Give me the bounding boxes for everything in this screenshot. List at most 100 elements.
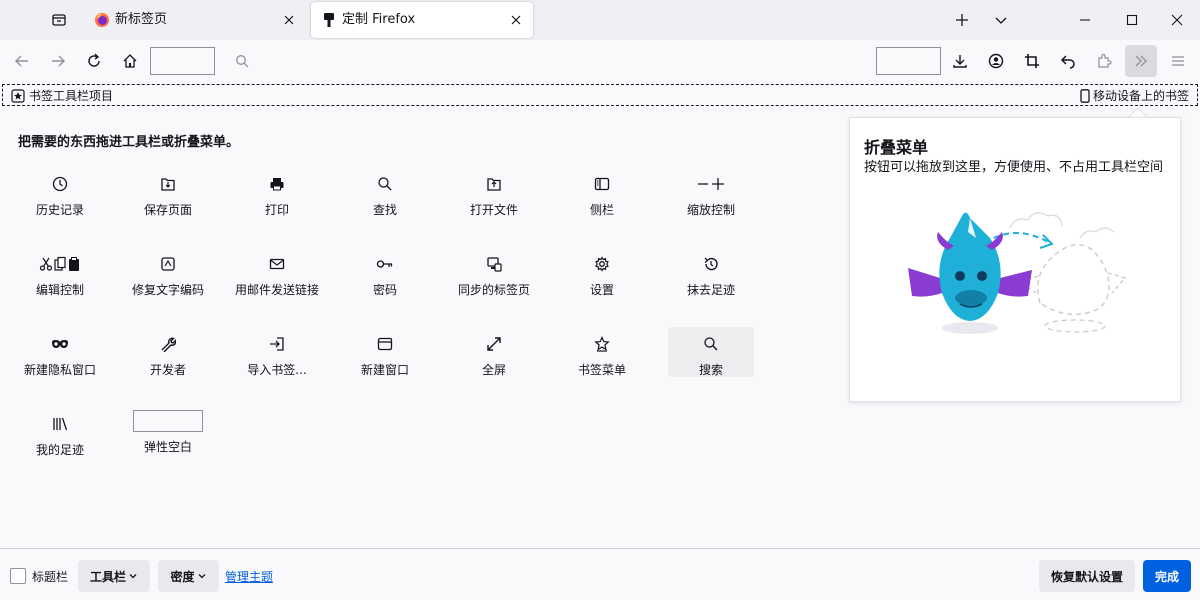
firefox-view-button[interactable] <box>45 8 73 32</box>
app-menu-button[interactable] <box>1163 46 1193 76</box>
density-dropdown-button[interactable]: 密度 <box>158 560 219 592</box>
palette-item-forget[interactable]: 抹去足迹 <box>668 247 754 297</box>
palette-instructions: 把需要的东西拖进工具栏或折叠菜单。 <box>18 135 240 150</box>
palette-item-label: 我的足迹 <box>35 443 84 457</box>
mobile-bookmarks[interactable]: 移动设备上的书签 <box>1079 87 1189 104</box>
overflow-panel[interactable]: 折叠菜单 按钮可以拖放到这里，方便使用、不占用工具栏空间 <box>849 117 1181 402</box>
account-icon <box>988 53 1004 69</box>
close-icon <box>511 15 521 25</box>
close-icon <box>1171 14 1183 26</box>
manage-themes-link[interactable]: 管理主题 <box>225 568 273 585</box>
dragon-illustration <box>908 212 1127 334</box>
hamburger-icon <box>1172 56 1184 66</box>
search-icon <box>236 55 249 68</box>
done-label: 完成 <box>1154 569 1179 584</box>
print-icon <box>269 176 285 192</box>
chevron-down-icon <box>995 17 1007 24</box>
list-all-tabs-button[interactable] <box>986 5 1016 35</box>
palette-item-save-page[interactable]: 保存页面 <box>125 167 211 217</box>
minimize-button[interactable] <box>1070 5 1100 35</box>
palette-item-synced-tabs[interactable]: 同步的标签页 <box>451 247 537 297</box>
email-icon <box>269 256 285 272</box>
firefox-view-icon <box>52 14 66 26</box>
palette-item-email[interactable]: 用邮件发送链接 <box>234 247 320 297</box>
import-icon <box>269 336 285 352</box>
window-close-button[interactable] <box>1162 5 1192 35</box>
palette-item-encoding[interactable]: 修复文字编码 <box>125 247 211 297</box>
account-button[interactable] <box>981 46 1011 76</box>
tab-customize-firefox[interactable]: 定制 Firefox <box>311 2 533 38</box>
tab-new-tab[interactable]: 新标签页 <box>84 2 306 38</box>
crop-icon <box>1025 54 1039 68</box>
flexible-space-right[interactable] <box>876 47 941 75</box>
undo-button[interactable] <box>1053 46 1083 76</box>
chevron-down-icon <box>198 574 205 579</box>
synced-tabs-icon <box>486 256 502 272</box>
extensions-button[interactable] <box>1089 46 1119 76</box>
palette-item-label: 用邮件发送链接 <box>234 283 319 297</box>
find-icon <box>377 176 393 192</box>
close-tab-button[interactable] <box>507 11 525 29</box>
home-button[interactable] <box>115 46 145 76</box>
palette-item-label: 保存页面 <box>143 203 192 217</box>
screenshot-button[interactable] <box>1017 46 1047 76</box>
density-label: 密度 <box>170 569 195 584</box>
download-icon <box>953 55 967 68</box>
palette-item-label: 查找 <box>372 203 397 217</box>
palette-item-label: 密码 <box>372 283 397 297</box>
pin-icon <box>324 13 334 27</box>
palette-item-private-window[interactable]: 新建隐私窗口 <box>17 327 103 377</box>
palette-item-bookmark-star[interactable]: 书签菜单 <box>559 327 645 377</box>
toolbars-dropdown-button[interactable]: 工具栏 <box>78 560 150 592</box>
minimize-icon <box>1080 19 1090 21</box>
fullscreen-icon <box>486 336 502 352</box>
zoom-icon <box>696 176 726 192</box>
gear-icon <box>594 256 610 272</box>
new-tab-button[interactable] <box>947 5 977 35</box>
bookmarks-toolbar-items[interactable]: 书签工具栏项目 <box>11 87 113 104</box>
palette-item-flexible-space[interactable]: 弹性空白 <box>125 407 211 457</box>
key-icon <box>376 256 394 272</box>
palette-item-new-window[interactable]: 新建窗口 <box>342 327 428 377</box>
palette-item-label: 缩放控制 <box>686 203 735 217</box>
url-bar-search[interactable] <box>227 46 257 76</box>
palette-item-fullscreen[interactable]: 全屏 <box>451 327 537 377</box>
maximize-button[interactable] <box>1117 5 1147 35</box>
tab-label: 新标签页 <box>115 12 168 27</box>
palette-item-key[interactable]: 密码 <box>342 247 428 297</box>
palette-item-wrench[interactable]: 开发者 <box>125 327 211 377</box>
palette-item-edit[interactable]: 编辑控制 <box>17 247 103 297</box>
palette-item-search[interactable]: 搜索 <box>668 327 754 377</box>
done-button[interactable]: 完成 <box>1143 560 1191 592</box>
palette-item-import[interactable]: 导入书签... <box>234 327 320 377</box>
overflow-menu-button[interactable] <box>1125 45 1157 77</box>
palette-item-print[interactable]: 打印 <box>234 167 320 217</box>
palette-item-label: 侧栏 <box>589 203 614 217</box>
maximize-icon <box>1126 14 1138 26</box>
forward-button[interactable] <box>43 46 73 76</box>
palette-item-sidebar[interactable]: 侧栏 <box>559 167 645 217</box>
reload-button[interactable] <box>79 46 109 76</box>
palette-item-gear[interactable]: 设置 <box>559 247 645 297</box>
downloads-button[interactable] <box>945 46 975 76</box>
palette-item-label: 新建窗口 <box>360 363 409 377</box>
plus-icon <box>956 14 968 26</box>
back-button[interactable] <box>7 46 37 76</box>
palette-item-label: 修复文字编码 <box>131 283 204 297</box>
flexible-space-left[interactable] <box>150 47 215 75</box>
palette-item-find[interactable]: 查找 <box>342 167 428 217</box>
palette-item-history[interactable]: 历史记录 <box>17 167 103 217</box>
new-window-icon <box>377 336 393 352</box>
close-tab-button[interactable] <box>280 11 298 29</box>
palette-item-zoom[interactable]: 缩放控制 <box>668 167 754 217</box>
bookmarks-toolbar[interactable]: 书签工具栏项目 移动设备上的书签 <box>2 84 1198 106</box>
customization-footer: 标题栏 工具栏 密度 管理主题 恢复默认设置 完成 <box>0 548 1200 600</box>
toolbars-label: 工具栏 <box>89 569 126 584</box>
mobile-device-icon <box>1080 88 1090 103</box>
titlebar-checkbox[interactable] <box>10 568 26 584</box>
restore-defaults-button[interactable]: 恢复默认设置 <box>1039 560 1135 592</box>
arrow-right-icon <box>52 55 65 67</box>
palette-item-open-file[interactable]: 打开文件 <box>451 167 537 217</box>
palette-item-library[interactable]: 我的足迹 <box>17 407 103 457</box>
chevrons-right-icon <box>1135 55 1147 67</box>
